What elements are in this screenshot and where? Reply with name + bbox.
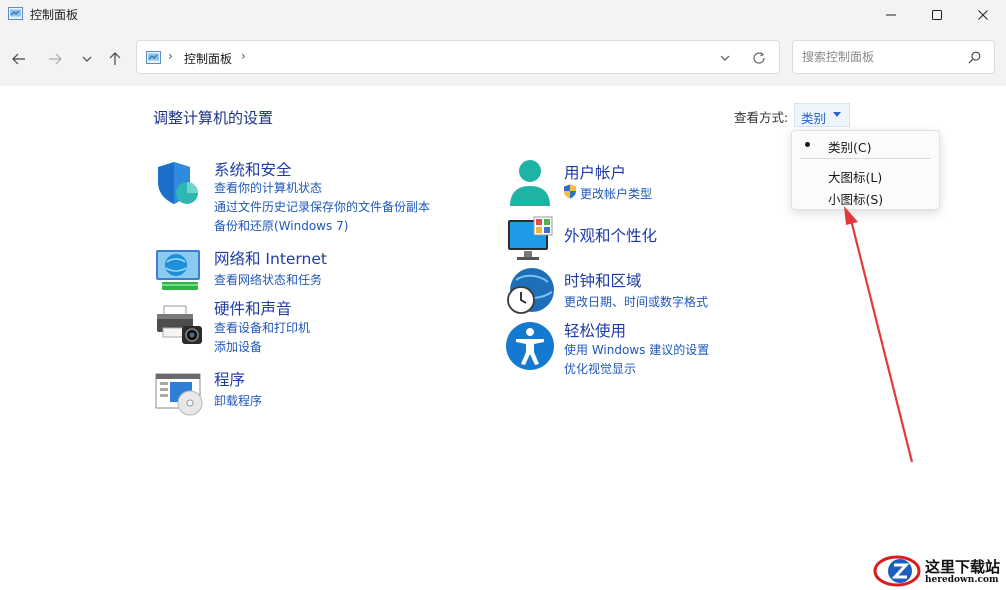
shield-icon[interactable]: [154, 158, 206, 210]
category-ease-of-access[interactable]: 轻松使用: [564, 319, 626, 341]
up-button[interactable]: [104, 48, 126, 70]
link-change-account-type[interactable]: 更改帐户类型: [580, 185, 652, 202]
category-system-security[interactable]: 系统和安全: [214, 158, 292, 180]
category-network-internet[interactable]: 网络和 Internet: [214, 247, 327, 269]
link-uninstall-program[interactable]: 卸载程序: [214, 392, 262, 409]
title-bar: 控制面板: [0, 0, 1006, 30]
link-view-computer-status[interactable]: 查看你的计算机状态: [214, 179, 322, 196]
annotation-arrow-icon: [844, 206, 914, 463]
view-by-label: 查看方式:: [734, 110, 789, 125]
link-view-devices-printers[interactable]: 查看设备和打印机: [214, 319, 310, 336]
link-change-date-time-format[interactable]: 更改日期、时间或数字格式: [564, 293, 708, 310]
link-backup-restore[interactable]: 备份和还原(Windows 7): [214, 217, 348, 234]
breadcrumb-chevron-icon[interactable]: ›: [241, 49, 246, 63]
caret-down-icon: [833, 112, 841, 117]
close-icon: [978, 10, 988, 20]
back-arrow-icon: [12, 53, 25, 65]
breadcrumb-chevron-icon[interactable]: ›: [168, 49, 173, 63]
link-add-device[interactable]: 添加设备: [214, 338, 262, 355]
link-file-history-backup[interactable]: 通过文件历史记录保存你的文件备份副本: [214, 198, 430, 215]
page-title: 调整计算机的设置: [153, 109, 274, 127]
minimize-icon: [886, 14, 896, 16]
watermark-site-url: heredown.com: [925, 575, 999, 585]
category-clock-region[interactable]: 时钟和区域: [564, 269, 642, 291]
printer-icon[interactable]: [154, 300, 206, 352]
navigation-bar: › 控制面板 ›: [0, 30, 1006, 86]
category-programs[interactable]: 程序: [214, 368, 245, 390]
link-optimize-visual-display[interactable]: 优化视觉显示: [564, 360, 636, 377]
maximize-icon: [932, 10, 942, 20]
clock-globe-icon[interactable]: [504, 266, 556, 318]
minimize-button[interactable]: [868, 0, 914, 30]
address-dropdown-icon[interactable]: [717, 50, 733, 66]
programs-disc-icon[interactable]: [154, 368, 206, 420]
maximize-button[interactable]: [914, 0, 960, 30]
view-by-value: 类别: [801, 111, 827, 126]
user-accounts-icon[interactable]: [504, 158, 556, 210]
view-by-menu: 类别(C) 大图标(L) 小图标(S): [791, 130, 940, 210]
control-panel-icon: [8, 7, 23, 20]
search-box: [792, 40, 995, 74]
address-bar[interactable]: › 控制面板 ›: [136, 40, 780, 74]
close-button[interactable]: [960, 0, 1006, 30]
category-hardware-sound[interactable]: 硬件和声音: [214, 297, 292, 319]
forward-button[interactable]: [44, 48, 66, 70]
view-by-dropdown[interactable]: 类别: [794, 103, 850, 127]
category-user-accounts[interactable]: 用户帐户: [564, 161, 626, 183]
refresh-icon[interactable]: [751, 50, 767, 66]
recent-locations-button[interactable]: [76, 48, 98, 70]
menu-item-category[interactable]: 类别(C): [828, 137, 871, 156]
up-arrow-icon: [109, 52, 121, 65]
control-panel-location-icon: [146, 51, 161, 64]
watermark-site-name: 这里下载站: [925, 558, 1001, 576]
breadcrumb-control-panel[interactable]: 控制面板: [184, 50, 232, 67]
network-globe-icon[interactable]: [154, 244, 206, 296]
link-view-network-status[interactable]: 查看网络状态和任务: [214, 271, 322, 288]
monitor-personalize-icon[interactable]: [504, 214, 556, 266]
accessibility-icon[interactable]: [504, 320, 556, 372]
link-use-windows-recommended-settings[interactable]: 使用 Windows 建议的设置: [564, 341, 709, 358]
menu-item-large-icons[interactable]: 大图标(L): [828, 167, 882, 186]
back-button[interactable]: [8, 48, 30, 70]
search-input[interactable]: [793, 41, 958, 73]
forward-arrow-icon: [49, 53, 62, 65]
selected-bullet-icon: [805, 142, 810, 147]
search-icon[interactable]: [967, 50, 982, 65]
category-appearance-personalization[interactable]: 外观和个性化: [564, 224, 657, 246]
menu-divider: [800, 158, 931, 159]
window-title: 控制面板: [30, 8, 79, 22]
uac-shield-icon: [564, 184, 576, 199]
chevron-down-icon: [82, 56, 92, 62]
heredown-logo-icon: [873, 555, 921, 587]
